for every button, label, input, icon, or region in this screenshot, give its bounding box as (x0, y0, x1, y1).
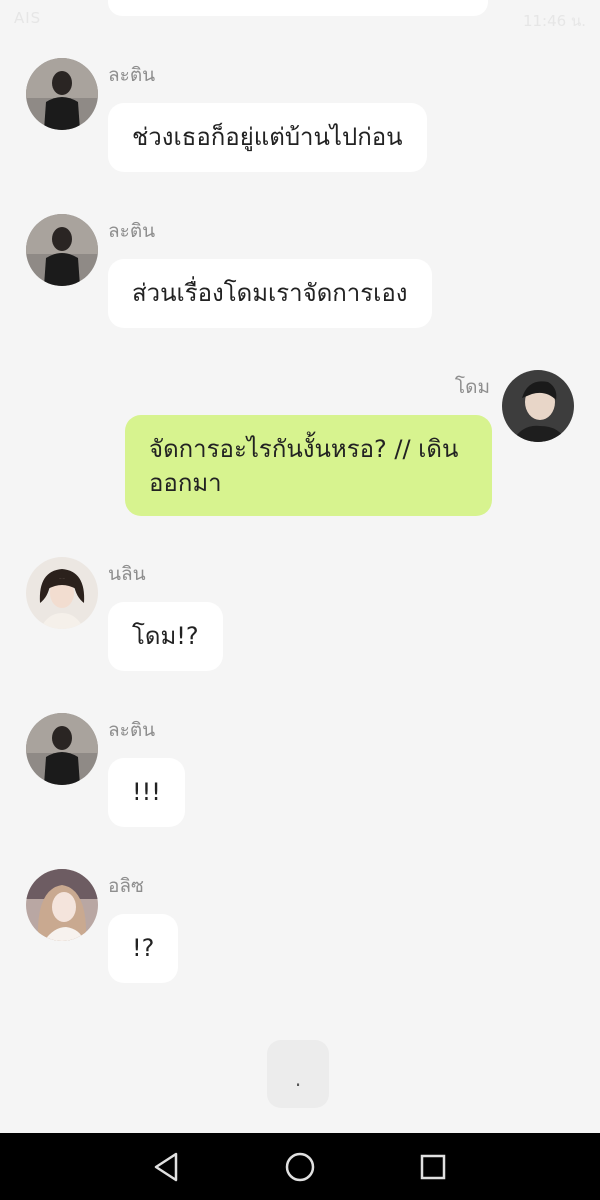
message-bubble-outgoing[interactable]: จัดการอะไรกันงั้นหรอ? // เดินออกมา (125, 415, 492, 516)
message-bubble[interactable]: ส่วนเรื่องโดมเราจัดการเอง (108, 259, 432, 328)
sender-name: ละติน (108, 220, 156, 242)
avatar-latin[interactable] (26, 713, 98, 785)
message-bubble[interactable]: ช่วงเธอก็อยู่แต่บ้านไปก่อน (108, 103, 427, 172)
avatar-latin[interactable] (26, 214, 98, 286)
previous-bubble-edge (108, 0, 488, 16)
sender-name: นลิน (108, 563, 146, 585)
home-icon[interactable] (283, 1150, 317, 1184)
message-bubble[interactable]: โดม!? (108, 602, 223, 671)
back-icon[interactable] (150, 1150, 184, 1184)
avatar-dome[interactable] (502, 370, 574, 442)
sender-name: ละติน (108, 64, 156, 86)
navigation-bar (0, 1133, 600, 1200)
message-bubble[interactable]: !!! (108, 758, 185, 827)
message-bubble[interactable]: !? (108, 914, 179, 983)
sender-name: ละติน (108, 719, 156, 741)
carrier-label: AIS (14, 9, 42, 27)
sender-name: โดม (454, 376, 490, 398)
recents-icon[interactable] (416, 1150, 450, 1184)
avatar-alice[interactable] (26, 869, 98, 941)
avatar-latin[interactable] (26, 58, 98, 130)
clock: 11:46 น. (522, 12, 586, 30)
avatar-nalin[interactable] (26, 557, 98, 629)
typing-indicator[interactable]: . (267, 1040, 329, 1108)
sender-name: อลิซ (108, 875, 144, 897)
